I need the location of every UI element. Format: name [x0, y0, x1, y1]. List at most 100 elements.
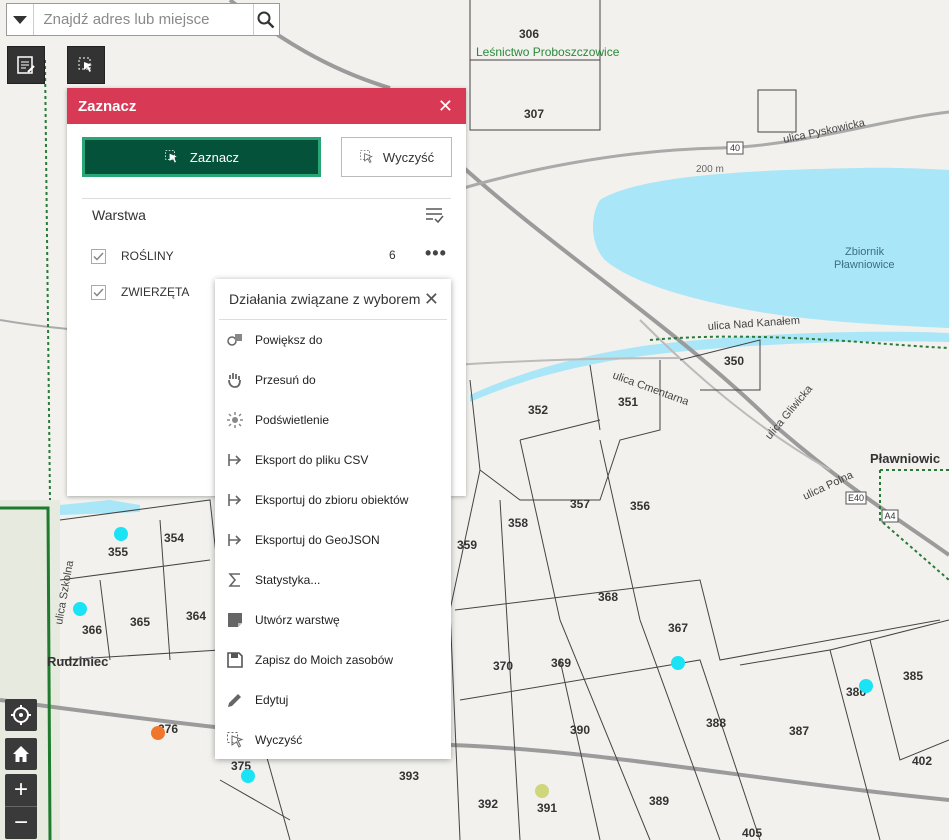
- svg-text:306: 306: [519, 27, 539, 41]
- more-options-icon[interactable]: •••: [425, 243, 447, 264]
- svg-text:351: 351: [618, 395, 638, 409]
- zoom-in-button[interactable]: +: [5, 774, 37, 807]
- menu-item[interactable]: Eksport do pliku CSV: [215, 440, 451, 480]
- svg-text:356: 356: [630, 499, 650, 513]
- svg-text:393: 393: [399, 769, 419, 783]
- checkbox[interactable]: [91, 248, 106, 264]
- menu-item[interactable]: Statystyka...: [215, 560, 451, 600]
- menu-item[interactable]: Eksportuj do zbioru obiektów: [215, 480, 451, 520]
- svg-text:Pławniowice: Pławniowice: [834, 259, 895, 271]
- locate-icon: [11, 705, 31, 725]
- svg-text:388: 388: [706, 716, 726, 730]
- search-box: [6, 3, 280, 36]
- locate-button[interactable]: [5, 699, 37, 731]
- layer-list-button[interactable]: [7, 46, 45, 84]
- svg-text:Rudziniec: Rudziniec: [47, 654, 108, 669]
- close-icon[interactable]: ✕: [438, 96, 453, 117]
- menu-item[interactable]: Edytuj: [215, 680, 451, 720]
- menu-item-label: Statystyka...: [255, 573, 321, 587]
- list-edit-icon: [17, 56, 35, 74]
- select-tool-button[interactable]: [67, 46, 105, 84]
- svg-text:Zbiornik: Zbiornik: [845, 246, 885, 258]
- svg-text:405: 405: [742, 826, 762, 840]
- layer-count: 6: [389, 248, 396, 262]
- svg-text:354: 354: [164, 531, 184, 545]
- svg-text:390: 390: [570, 723, 590, 737]
- export-icon: [226, 531, 244, 549]
- svg-text:A4: A4: [884, 511, 895, 521]
- highlight-icon: [226, 411, 244, 429]
- clear-button-label: Wyczyść: [382, 149, 435, 165]
- svg-text:Leśnictwo Proboszczowice: Leśnictwo Proboszczowice: [476, 45, 620, 59]
- layer-row[interactable]: ZWIERZĘTA: [91, 281, 189, 303]
- menu-item-label: Utwórz warstwę: [255, 613, 340, 627]
- search-source-dropdown[interactable]: [7, 4, 34, 35]
- panel-header: Zaznacz ✕: [67, 88, 466, 124]
- menu-item[interactable]: Przesuń do: [215, 360, 451, 400]
- search-button[interactable]: [252, 4, 280, 35]
- svg-text:352: 352: [528, 403, 548, 417]
- layer-name: ZWIERZĘTA: [121, 285, 190, 299]
- select-cursor-icon: [165, 150, 177, 163]
- menu-title: Działania związane z wyborem: [229, 291, 421, 307]
- svg-text:370: 370: [493, 659, 513, 673]
- export-icon: [226, 491, 244, 509]
- menu-item[interactable]: Zapisz do Moich zasobów: [215, 640, 451, 680]
- svg-text:391: 391: [537, 801, 557, 815]
- checklist-icon: [426, 208, 444, 224]
- svg-text:387: 387: [789, 724, 809, 738]
- menu-item-label: Eksport do pliku CSV: [255, 453, 369, 467]
- search-icon: [257, 11, 275, 28]
- menu-items: Powiększ do Przesuń do Podświetlenie Ekspor…: [215, 320, 451, 760]
- svg-text:359: 359: [457, 538, 477, 552]
- panel-title: Zaznacz: [78, 97, 137, 115]
- close-icon[interactable]: ✕: [424, 289, 439, 310]
- check-icon: [93, 251, 104, 261]
- minus-icon: −: [13, 809, 28, 836]
- svg-text:E40: E40: [848, 493, 864, 503]
- menu-item[interactable]: Powiększ do: [215, 320, 451, 360]
- menu-item-label: Edytuj: [255, 693, 289, 707]
- plus-icon: +: [13, 776, 28, 803]
- pencil-icon: [226, 691, 244, 709]
- clear-selection-icon: [360, 150, 373, 164]
- svg-text:357: 357: [570, 497, 590, 511]
- checkbox[interactable]: [91, 284, 106, 300]
- svg-text:355: 355: [108, 545, 128, 559]
- sigma-icon: [226, 571, 244, 589]
- menu-item[interactable]: Wyczyść: [215, 720, 451, 760]
- svg-text:385: 385: [903, 669, 923, 683]
- svg-text:368: 368: [598, 590, 618, 604]
- select-button[interactable]: Zaznacz: [82, 137, 321, 177]
- search-input[interactable]: [33, 4, 253, 35]
- zoom-to-icon: [226, 331, 244, 349]
- menu-item[interactable]: Eksportuj do GeoJSON: [215, 520, 451, 560]
- svg-text:358: 358: [508, 516, 528, 530]
- svg-text:Pławniowic: Pławniowic: [870, 451, 940, 466]
- layer-row[interactable]: ROŚLINY: [91, 245, 174, 267]
- home-button[interactable]: [5, 738, 37, 770]
- caret-down-icon: [12, 15, 27, 24]
- menu-item[interactable]: Podświetlenie: [215, 400, 451, 440]
- menu-item-label: Wyczyść: [255, 733, 303, 747]
- select-button-label: Zaznacz: [189, 149, 240, 165]
- svg-text:402: 402: [912, 754, 932, 768]
- divider: [82, 198, 451, 199]
- selection-actions-menu: Działania związane z wyborem ✕ Powiększ …: [215, 279, 451, 759]
- menu-item-label: Powiększ do: [255, 333, 323, 347]
- home-icon: [13, 746, 29, 762]
- save-icon: [226, 651, 244, 669]
- zoom-out-button[interactable]: −: [5, 807, 37, 839]
- clear-button[interactable]: Wyczyść: [341, 137, 452, 177]
- check-icon: [93, 287, 104, 297]
- svg-text:389: 389: [649, 794, 669, 808]
- pan-hand-icon: [226, 371, 244, 389]
- svg-text:40: 40: [730, 143, 740, 153]
- menu-item[interactable]: Utwórz warstwę: [215, 600, 451, 640]
- layer-options-button[interactable]: [425, 206, 445, 229]
- svg-text:369: 369: [551, 656, 571, 670]
- clear-icon: [226, 731, 244, 749]
- svg-text:392: 392: [478, 797, 498, 811]
- svg-text:200 m: 200 m: [696, 164, 724, 175]
- select-cursor-icon: [78, 57, 92, 72]
